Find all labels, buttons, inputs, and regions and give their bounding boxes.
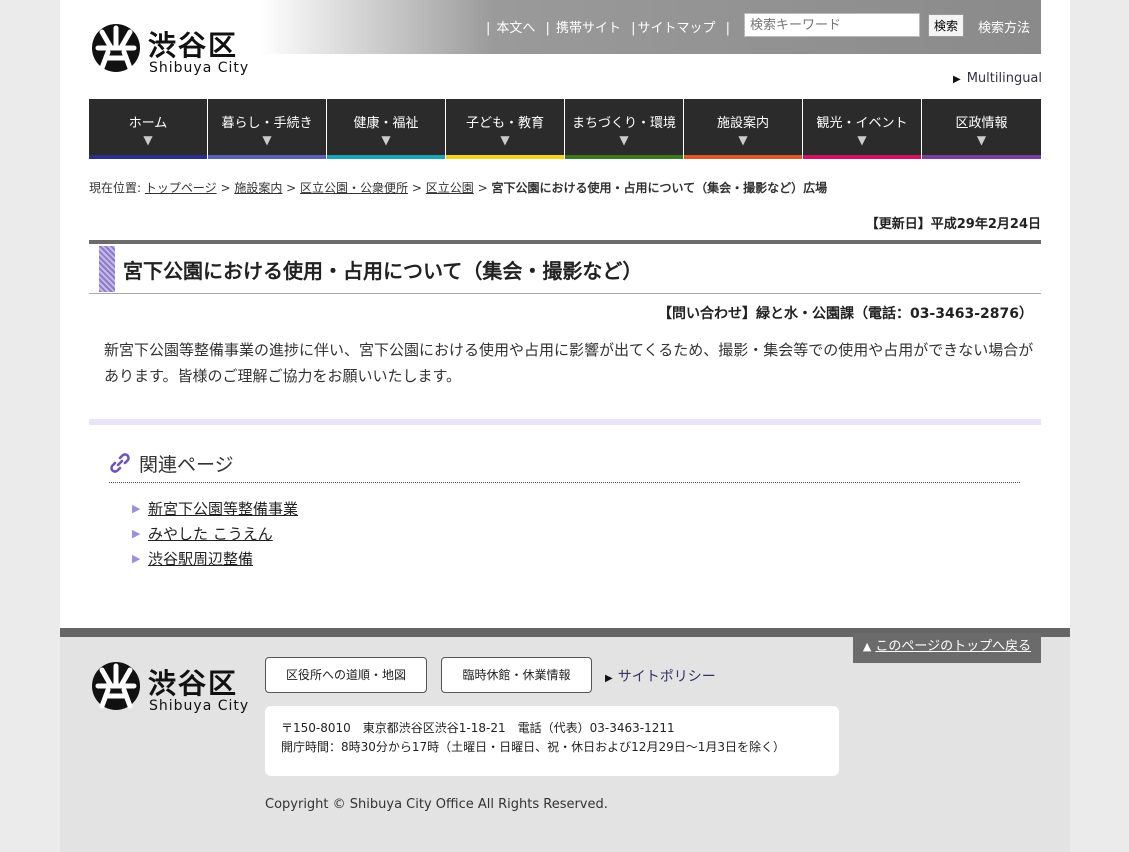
related-link[interactable]: 新宮下公園等整備事業: [148, 500, 298, 518]
list-item: ▶ みやした こうえん: [132, 523, 298, 548]
nav-item-living[interactable]: 暮らし・手続き ▼: [208, 99, 326, 159]
search-button[interactable]: 検索: [928, 14, 964, 37]
body-text: 新宮下公園等整備事業の進捗に伴い、宮下公園における使用や占用に影響が出てくるため…: [104, 341, 1034, 385]
multilingual-link[interactable]: ▶ Multilingual: [953, 71, 1042, 86]
triangle-down-icon: ▼: [500, 133, 510, 147]
back-to-top-link[interactable]: このページのトップへ戻る: [875, 639, 1031, 654]
mobile-site-link[interactable]: 携帯サイト: [556, 21, 621, 36]
breadcrumb: 現在位置: トップページ > 施設案内 > 区立公園・公衆便所 > 区立公園 >…: [89, 181, 828, 195]
sitemap-link[interactable]: サイトマップ: [637, 21, 715, 36]
list-item: ▶ 渋谷駅周辺整備: [132, 548, 298, 573]
triangle-right-icon: ▶: [605, 673, 613, 684]
triangle-down-icon: ▼: [619, 133, 629, 147]
page: 渋谷区 Shibuya City | 本文へ | 携帯サイト | サイトマップ | 検…: [60, 0, 1070, 852]
nav-label: ホーム: [128, 116, 168, 131]
nav-item-tourism[interactable]: 観光・イベント ▼: [803, 99, 921, 159]
breadcrumb-link[interactable]: 区立公園: [426, 181, 474, 195]
nav-item-home[interactable]: ホーム ▼: [89, 99, 207, 159]
triangle-down-icon: ▼: [976, 133, 987, 147]
related-link[interactable]: みやした こうえん: [148, 525, 273, 543]
multilingual-label: Multilingual: [966, 71, 1043, 86]
title-accent-bar: [99, 246, 115, 292]
triangle-up-icon: ▲: [862, 640, 872, 653]
breadcrumb-link[interactable]: 区立公園・公衆便所: [300, 181, 408, 195]
nav-color-bar: [684, 155, 802, 159]
address-box: 〒150-8010 東京都渋谷区渋谷1-18-21 電話（代表）03-3463-…: [265, 706, 839, 776]
related-pages-title: 関連ページ: [139, 454, 234, 476]
updated-date: 【更新日】平成29年2月24日: [865, 217, 1041, 232]
list-item: ▶ 新宮下公園等整備事業: [132, 498, 298, 523]
breadcrumb-current: 宮下公園における使用・占用について（集会・撮影など）広場: [491, 181, 828, 195]
nav-color-bar: [327, 155, 445, 159]
nav-label: まちづくり・環境: [571, 116, 676, 131]
site-policy-link[interactable]: サイトポリシー: [618, 669, 716, 685]
breadcrumb-link[interactable]: トップページ: [145, 181, 217, 195]
logo-text-jp: 渋谷区: [148, 29, 239, 62]
shibuya-logo-icon: [92, 662, 140, 710]
global-nav: ホーム ▼ 暮らし・手続き ▼ 健康・福祉 ▼ 子ども・教育 ▼ まちづくり・環境 ▼ 施…: [89, 99, 1041, 159]
breadcrumb-prefix: 現在位置:: [89, 181, 142, 195]
triangle-right-icon: ▶: [132, 552, 141, 565]
skip-to-content-link[interactable]: 本文へ: [496, 21, 535, 36]
nav-label: 子ども・教育: [465, 116, 544, 131]
triangle-right-icon: ▶: [132, 502, 141, 515]
copyright: Copyright © Shibuya City Office All Righ…: [265, 797, 608, 812]
closure-info-button[interactable]: 臨時休館・休業情報: [441, 657, 592, 693]
triangle-down-icon: ▼: [738, 133, 748, 147]
triangle-down-icon: ▼: [381, 133, 391, 147]
triangle-down-icon: ▼: [143, 133, 153, 147]
shibuya-logo-icon: [92, 24, 140, 72]
back-to-top[interactable]: ▲ このページのトップへ戻る: [853, 633, 1041, 663]
contact-info: 【問い合わせ】緑と水・公園課（電話：03-3463-2876）: [657, 306, 1033, 322]
triangle-right-icon: ▶: [132, 527, 141, 540]
related-link[interactable]: 渋谷駅周辺整備: [148, 550, 253, 568]
nav-label: 暮らし・手続き: [221, 116, 313, 131]
triangle-down-icon: ▼: [857, 133, 867, 147]
nav-color-bar: [446, 155, 564, 159]
section-divider: [89, 419, 1041, 425]
search-input[interactable]: [744, 13, 920, 37]
link-icon: [110, 453, 130, 473]
title-box: 宮下公園における使用・占用について（集会・撮影など）: [89, 240, 1041, 294]
header: 渋谷区 Shibuya City | 本文へ | 携帯サイト | サイトマップ | 検…: [60, 0, 1070, 98]
search-method-link[interactable]: 検索方法: [978, 17, 1030, 36]
related-pages-header: 関連ページ: [109, 450, 1020, 483]
address-text: 〒150-8010 東京都渋谷区渋谷1-18-21 電話（代表）03-3463-…: [281, 721, 675, 735]
nav-item-government[interactable]: 区政情報 ▼: [922, 99, 1041, 159]
nav-item-town[interactable]: まちづくり・環境 ▼: [565, 99, 683, 159]
nav-label: 健康・福祉: [353, 116, 419, 131]
nav-item-health[interactable]: 健康・福祉 ▼: [327, 99, 445, 159]
page-title: 宮下公園における使用・占用について（集会・撮影など）: [123, 259, 643, 283]
logo-text-en: Shibuya City: [149, 60, 250, 76]
nav-color-bar: [922, 155, 1041, 159]
footer: ▲ このページのトップへ戻る 渋谷区 Shibuya City 区役所への道順・地…: [60, 628, 1070, 852]
breadcrumb-link[interactable]: 施設案内: [234, 181, 282, 195]
office-hours-text: 開庁時間：8時30分から17時（土曜日・日曜日、祝・休日および12月29日～1月…: [281, 740, 785, 754]
top-links: | 本文へ | 携帯サイト | サイトマップ |: [486, 21, 731, 36]
directions-map-button[interactable]: 区役所への道順・地図: [265, 657, 427, 693]
nav-color-bar: [208, 155, 326, 159]
triangle-right-icon: ▶: [953, 74, 961, 85]
nav-label: 施設案内: [716, 116, 769, 131]
related-pages-list: ▶ 新宮下公園等整備事業 ▶ みやした こうえん ▶ 渋谷駅周辺整備: [132, 498, 298, 573]
nav-color-bar: [565, 155, 683, 159]
logo-text-en: Shibuya City: [149, 698, 250, 714]
logo-text-jp: 渋谷区: [148, 667, 239, 700]
nav-label: 区政情報: [955, 116, 1008, 131]
nav-item-children[interactable]: 子ども・教育 ▼: [446, 99, 564, 159]
nav-label: 観光・イベント: [816, 116, 908, 131]
nav-item-facilities[interactable]: 施設案内 ▼: [684, 99, 802, 159]
triangle-down-icon: ▼: [262, 133, 272, 147]
nav-color-bar: [803, 155, 921, 159]
nav-color-bar: [89, 155, 207, 159]
site-policy: ▶ サイトポリシー: [605, 666, 716, 686]
